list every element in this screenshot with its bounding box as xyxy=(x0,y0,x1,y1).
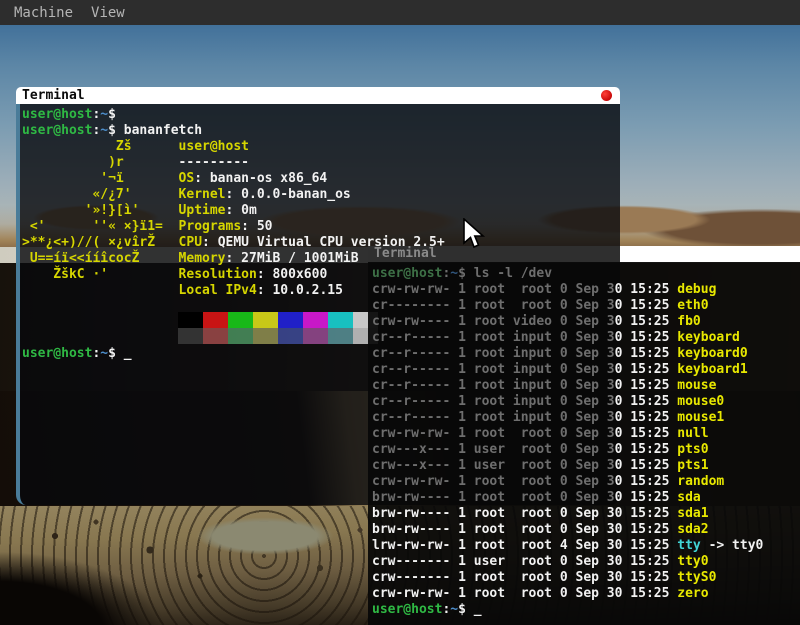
menu-item-view[interactable]: View xyxy=(91,5,125,21)
ls-row: crw-rw---- 1 root video 0 Sep 30 15:25 f… xyxy=(372,314,800,330)
fetch-line: '»!}[ì' Uptime: 0m xyxy=(22,203,620,219)
terminal2-content[interactable]: user@host:~$ ls -l /devcrw-rw-rw- 1 root… xyxy=(368,262,800,625)
color-swatch xyxy=(303,312,328,328)
ls-row: crw------- 1 root root 0 Sep 30 15:25 tt… xyxy=(372,570,800,586)
terminal1-title: Terminal xyxy=(22,87,85,104)
term2-command-line: user@host:~$ ls -l /dev xyxy=(372,266,800,282)
ls-row: crw-rw-rw- 1 root root 0 Sep 30 15:25 ra… xyxy=(372,474,800,490)
terminal1-titlebar[interactable]: Terminal xyxy=(16,87,620,104)
ls-row: lrw-rw-rw- 1 root root 4 Sep 30 15:25 tt… xyxy=(372,538,800,554)
ls-row: cr--r----- 1 root input 0 Sep 30 15:25 k… xyxy=(372,362,800,378)
color-swatch xyxy=(303,328,328,344)
term1-prompt-line: user@host:~$ xyxy=(22,107,620,123)
ls-row: crw---x--- 1 user root 0 Sep 30 15:25 pt… xyxy=(372,442,800,458)
color-swatch xyxy=(278,328,303,344)
color-swatch xyxy=(203,312,228,328)
close-button-icon[interactable] xyxy=(601,90,612,101)
color-swatch xyxy=(178,328,203,344)
mouse-pointer-icon xyxy=(462,218,486,250)
fetch-line: «/¿7' Kernel: 0.0.0-banan_os xyxy=(22,187,620,203)
ls-row: crw-rw-rw- 1 root root 0 Sep 30 15:25 ze… xyxy=(372,586,800,602)
color-swatch xyxy=(203,328,228,344)
vm-menubar: Machine View xyxy=(0,0,800,25)
terminal2-titlebar-bright xyxy=(620,246,800,262)
fetch-line: )r --------- xyxy=(22,155,620,171)
color-swatch xyxy=(278,312,303,328)
vm-screen: MachineView Terminal user@host:~$user@ho… xyxy=(0,0,800,625)
terminal2-titlebar-shaded: Terminal xyxy=(368,246,620,262)
ls-row: crw---x--- 1 user root 0 Sep 30 15:25 pt… xyxy=(372,458,800,474)
color-swatch xyxy=(253,312,278,328)
terminal2-title: Terminal xyxy=(374,246,437,262)
terminal2-titlebar[interactable]: Terminal xyxy=(368,246,800,262)
ls-row: crw------- 1 user root 0 Sep 30 15:25 tt… xyxy=(372,554,800,570)
color-swatch xyxy=(178,312,203,328)
ls-row: brw-rw---- 1 root root 0 Sep 30 15:25 sd… xyxy=(372,490,800,506)
ls-row: cr--r----- 1 root input 0 Sep 30 15:25 k… xyxy=(372,330,800,346)
ls-row: cr-------- 1 root root 0 Sep 30 15:25 et… xyxy=(372,298,800,314)
color-swatch xyxy=(228,312,253,328)
ls-row: brw-rw---- 1 root root 0 Sep 30 15:25 sd… xyxy=(372,506,800,522)
color-swatch xyxy=(328,312,353,328)
ls-row: crw-rw-rw- 1 root root 0 Sep 30 15:25 nu… xyxy=(372,426,800,442)
term1-command-line: user@host:~$ bananfetch xyxy=(22,123,620,139)
ls-row: crw-rw-rw- 1 root root 0 Sep 30 15:25 de… xyxy=(372,282,800,298)
ls-row: cr--r----- 1 root input 0 Sep 30 15:25 m… xyxy=(372,378,800,394)
term2-active-prompt: user@host:~$ _ xyxy=(372,602,800,618)
terminal-window-2: Terminal user@host:~$ ls -l /devcrw-rw-r… xyxy=(368,246,800,625)
fetch-line: Zš user@host xyxy=(22,139,620,155)
ls-row: cr--r----- 1 root input 0 Sep 30 15:25 m… xyxy=(372,410,800,426)
ls-row: brw-rw---- 1 root root 0 Sep 30 15:25 sd… xyxy=(372,522,800,538)
color-swatch xyxy=(253,328,278,344)
menu-item-machine[interactable]: Machine xyxy=(14,5,73,21)
fetch-line: <' ''« ×}ï1= Programs: 50 xyxy=(22,219,620,235)
color-swatch xyxy=(228,328,253,344)
ls-row: cr--r----- 1 root input 0 Sep 30 15:25 m… xyxy=(372,394,800,410)
ls-row: cr--r----- 1 root input 0 Sep 30 15:25 k… xyxy=(372,346,800,362)
fetch-line: '¬ï OS: banan-os x86_64 xyxy=(22,171,620,187)
color-swatch xyxy=(328,328,353,344)
